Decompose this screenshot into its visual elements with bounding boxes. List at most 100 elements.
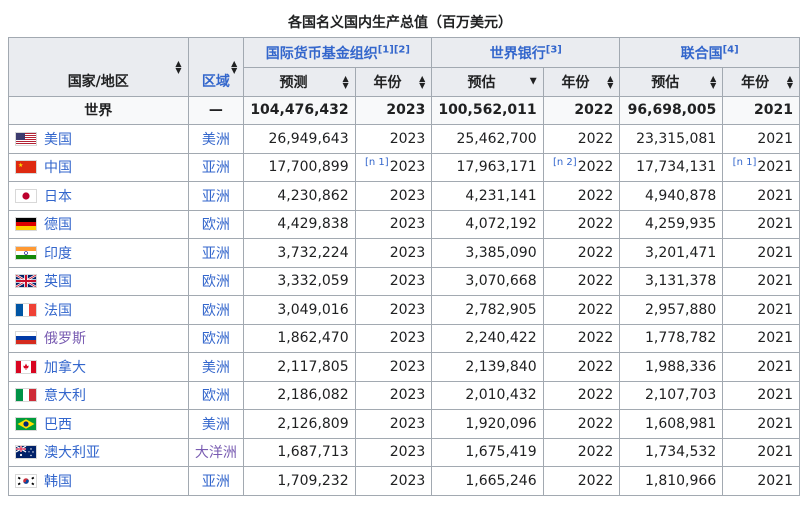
wb-year-cell: [n 2]2022 — [542, 152, 621, 182]
imf-year-cell: 2023 — [354, 238, 433, 268]
imf-year: 2023 — [389, 330, 426, 347]
country-link[interactable]: 加拿大 — [44, 360, 86, 376]
country-link[interactable]: 美国 — [44, 132, 72, 148]
world-wb-year: 2022 — [542, 95, 621, 125]
wb-note-link[interactable]: [n 2] — [553, 157, 577, 168]
header-label: 年份 — [373, 74, 402, 91]
imf-refs[interactable]: [1][2] — [378, 44, 410, 55]
region-link[interactable]: 亚洲 — [202, 189, 230, 205]
world-region: — — [187, 95, 245, 125]
sort-icon[interactable]: ▲ ▼ — [787, 74, 793, 89]
sort-icon[interactable]: ▲ ▼ — [419, 74, 425, 89]
region-link[interactable]: 欧洲 — [202, 331, 230, 347]
sort-icon[interactable]: ▲ ▼ — [710, 74, 716, 89]
imf-year: 2023 — [389, 130, 426, 147]
world-un-year: 2021 — [722, 95, 800, 125]
un-year: 2021 — [757, 387, 793, 404]
region-header-link[interactable]: 区域 — [202, 74, 230, 90]
column-header-imf-year[interactable]: 年份 ▲ ▼ — [354, 67, 433, 97]
column-header-wb-estimate[interactable]: 预估 ▼ — [431, 67, 544, 97]
wb-value: 1,665,246 — [465, 472, 537, 489]
region-cell: 欧洲 — [187, 209, 245, 239]
sort-descending-icon[interactable]: ▼ — [530, 77, 537, 86]
region-link[interactable]: 欧洲 — [202, 217, 230, 233]
world-bank-refs[interactable]: [3] — [546, 44, 562, 55]
table-row: 日本 亚洲 4,230,862 2023 4,231,141 2022 4,94… — [8, 181, 800, 211]
imf-value-cell: 4,230,862 — [243, 181, 356, 211]
column-header-un-estimate[interactable]: 预估 ▲ ▼ — [619, 67, 724, 97]
region-link[interactable]: 亚洲 — [202, 160, 230, 176]
un-year-cell: 2021 — [722, 466, 800, 496]
wb-value: 2,139,840 — [465, 358, 537, 375]
un-year: 2021 — [757, 444, 793, 461]
country-link[interactable]: 英国 — [44, 274, 72, 290]
un-year: 2021 — [757, 187, 793, 204]
wb-value: 3,385,090 — [465, 244, 537, 261]
un-year-cell: 2021 — [722, 266, 800, 296]
region-link[interactable]: 亚洲 — [202, 474, 230, 490]
region-link[interactable]: 美洲 — [202, 360, 230, 376]
column-header-country[interactable]: 国家/地区 ▲ ▼ — [8, 37, 189, 97]
wb-year-cell: 2022 — [542, 266, 621, 296]
country-cell: 德国 — [8, 209, 189, 239]
table-row: 德国 欧洲 4,429,838 2023 4,072,192 2022 4,25… — [8, 209, 800, 239]
region-link[interactable]: 大洋洲 — [195, 445, 237, 461]
region-link[interactable]: 欧洲 — [202, 388, 230, 404]
region-link[interactable]: 亚洲 — [202, 246, 230, 262]
sort-icon[interactable]: ▲ ▼ — [175, 59, 181, 74]
imf-year: 2023 — [389, 472, 426, 489]
table-row: 澳大利亚 大洋洲 1,687,713 2023 1,675,419 2022 1… — [8, 437, 800, 467]
sort-icon[interactable]: ▲ ▼ — [342, 74, 348, 89]
un-header-link[interactable]: 联合国 — [681, 46, 723, 62]
wb-value: 4,072,192 — [465, 216, 537, 233]
region-link[interactable]: 美洲 — [202, 417, 230, 433]
country-link[interactable]: 澳大利亚 — [44, 445, 100, 461]
imf-value-cell: 26,949,643 — [243, 124, 356, 154]
imf-value-cell: 1,862,470 — [243, 323, 356, 353]
un-year: 2021 — [757, 130, 793, 147]
country-link[interactable]: 意大利 — [44, 388, 86, 404]
wb-year-cell: 2022 — [542, 323, 621, 353]
region-link[interactable]: 欧洲 — [202, 274, 230, 290]
un-refs[interactable]: [4] — [723, 44, 739, 55]
un-value-cell: 2,107,703 — [619, 380, 724, 410]
wb-year: 2022 — [577, 187, 614, 204]
column-header-wb-year[interactable]: 年份 ▲ ▼ — [542, 67, 621, 97]
country-link[interactable]: 德国 — [44, 217, 72, 233]
imf-value: 2,126,809 — [277, 415, 349, 432]
wb-year-cell: 2022 — [542, 352, 621, 382]
region-cell: 美洲 — [187, 352, 245, 382]
country-cell: 意大利 — [8, 380, 189, 410]
column-header-imf-forecast[interactable]: 预测 ▲ ▼ — [243, 67, 356, 97]
table-row-world: 世界 — 104,476,432 2023 100,562,011 2022 9… — [8, 95, 800, 125]
sort-icon[interactable]: ▲ ▼ — [231, 59, 237, 74]
region-link[interactable]: 欧洲 — [202, 303, 230, 319]
region-link[interactable]: 美洲 — [202, 132, 230, 148]
wb-year-cell: 2022 — [542, 209, 621, 239]
svg-text:★: ★ — [18, 162, 23, 169]
sort-icon[interactable]: ▲ ▼ — [607, 74, 613, 89]
imf-note-link[interactable]: [n 1] — [365, 157, 389, 168]
country-link[interactable]: 印度 — [44, 246, 72, 262]
country-header-label: 国家/地区 — [67, 73, 129, 90]
un-value: 3,131,378 — [644, 273, 717, 290]
column-header-un-year[interactable]: 年份 ▲ ▼ — [722, 67, 800, 97]
un-value-cell: 3,131,378 — [619, 266, 724, 296]
table-row: 巴西 美洲 2,126,809 2023 1,920,096 2022 1,60… — [8, 409, 800, 439]
world-bank-header-link[interactable]: 世界银行 — [490, 46, 546, 62]
imf-header-link[interactable]: 国际货币基金组织 — [266, 46, 378, 62]
un-value-cell: 1,608,981 — [619, 409, 724, 439]
table-row: 法国 欧洲 3,049,016 2023 2,782,905 2022 2,95… — [8, 295, 800, 325]
country-link[interactable]: 巴西 — [44, 417, 72, 433]
region-cell: 亚洲 — [187, 181, 245, 211]
imf-value: 3,732,224 — [277, 244, 349, 261]
column-header-region[interactable]: 区域 ▲ ▼ — [187, 37, 245, 97]
country-link[interactable]: 韩国 — [44, 474, 72, 490]
un-value: 23,315,081 — [636, 130, 717, 147]
un-note-link[interactable]: [n 1] — [733, 157, 757, 168]
country-link[interactable]: 日本 — [44, 189, 72, 205]
country-link[interactable]: 中国 — [44, 160, 72, 176]
country-link[interactable]: 俄罗斯 — [44, 331, 86, 347]
wb-year: 2022 — [577, 244, 614, 261]
country-link[interactable]: 法国 — [44, 303, 72, 319]
